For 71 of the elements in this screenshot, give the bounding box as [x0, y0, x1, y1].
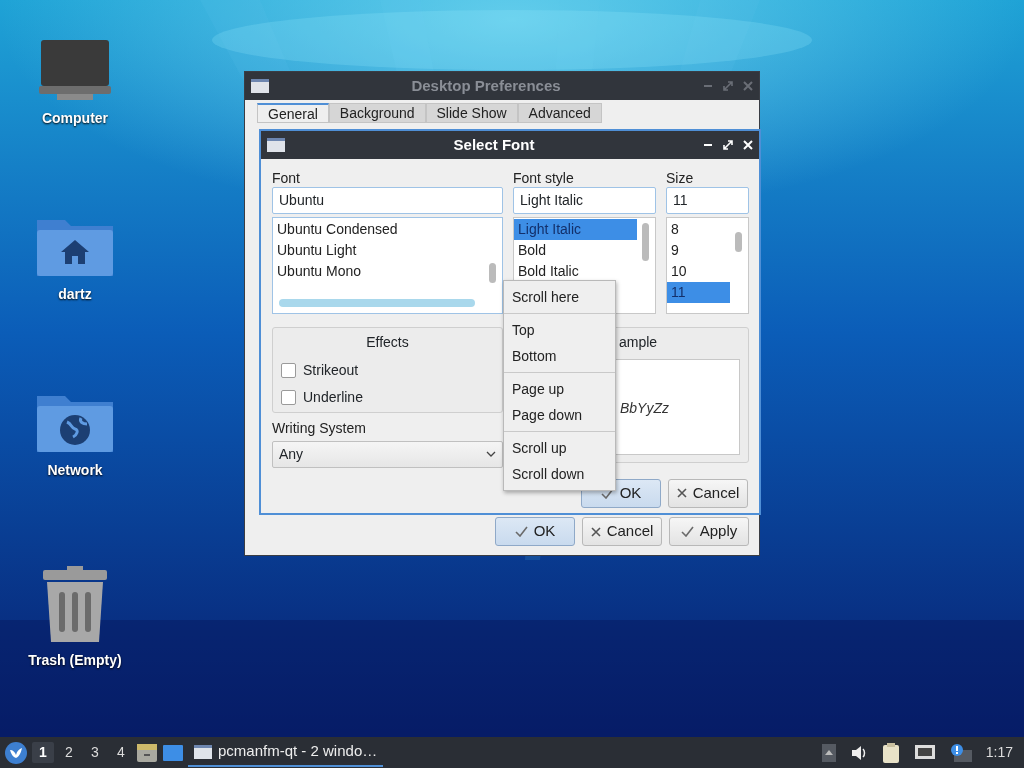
checkbox[interactable] [281, 389, 296, 405]
menu-item[interactable]: Scroll up [504, 435, 615, 461]
ok-button[interactable]: OK [495, 517, 575, 546]
list-item[interactable]: 9 [667, 240, 730, 262]
file-manager-icon[interactable] [136, 742, 158, 763]
field-label: Writing System [272, 420, 367, 438]
scrollbar-thumb[interactable] [279, 299, 475, 308]
checkbox[interactable] [281, 362, 296, 378]
list-item[interactable]: Ubuntu Condensed [273, 219, 484, 241]
list-item[interactable]: Bold [514, 240, 637, 262]
field-label: Font style [513, 170, 575, 187]
checkbox-label: Strikeout [303, 360, 359, 380]
menu-item[interactable]: Scroll here [504, 284, 615, 310]
cross-icon [590, 526, 601, 537]
list-item[interactable]: 10 [667, 261, 730, 283]
list-item[interactable]: Bold Italic [514, 261, 637, 283]
menu-item[interactable]: Page down [504, 402, 615, 428]
notification-icon[interactable] [949, 742, 972, 763]
network-icon[interactable] [913, 743, 936, 762]
scrollbar-thumb[interactable] [642, 223, 649, 262]
tab[interactable]: Advanced [517, 103, 602, 123]
sample-text: BbYyZz [620, 400, 669, 417]
group-title: Effects [365, 333, 410, 353]
clock[interactable]: 1:17 [985, 742, 1013, 763]
checkbox-label: Underline [303, 387, 363, 407]
window-icon [194, 744, 212, 759]
input-field[interactable]: Light Italic [513, 186, 656, 214]
tab[interactable]: Slide Show [425, 103, 518, 123]
tab[interactable]: Background [328, 103, 426, 123]
taskbar-task[interactable]: pcmanfm-qt - 2 windo… [188, 738, 384, 767]
check-icon [514, 526, 528, 537]
window-title: Select Font [452, 134, 536, 155]
icon-label[interactable]: Network [47, 460, 103, 481]
icon-label[interactable]: Trash (Empty) [28, 650, 122, 671]
list-item[interactable]: Ubuntu Light [273, 240, 484, 262]
cancel-button[interactable]: Cancel [668, 478, 748, 508]
icon-label[interactable]: dartz [58, 284, 92, 305]
workspace-button[interactable]: 1 [32, 742, 54, 763]
window-icon [267, 138, 285, 152]
list-item[interactable]: 8 [667, 219, 730, 241]
dropdown-value: Any [279, 444, 304, 464]
workspace-button[interactable]: 4 [110, 742, 132, 763]
workspace-button[interactable]: 3 [84, 742, 106, 763]
check-icon [680, 526, 694, 537]
menu-item[interactable]: Bottom [504, 343, 615, 369]
desktop-icon[interactable] [162, 743, 184, 762]
menu-item[interactable]: Page up [504, 376, 615, 402]
list-item[interactable]: 11 [667, 282, 730, 304]
ok-button[interactable]: Apply [669, 517, 749, 546]
input-field[interactable]: 11 [666, 186, 749, 214]
chevron-icon [486, 451, 496, 458]
scrollbar-thumb[interactable] [489, 263, 496, 284]
list-item[interactable]: Ubuntu Mono [273, 261, 484, 283]
menu-item[interactable]: Top [504, 317, 615, 343]
field-label: Font [272, 170, 301, 187]
field-label: Size [666, 170, 695, 187]
icon-label[interactable]: Computer [41, 108, 109, 129]
volume-icon[interactable] [849, 744, 868, 761]
window-icon [251, 79, 269, 93]
list-item[interactable]: Light Italic [514, 219, 637, 241]
dropdown[interactable]: Any [272, 440, 503, 468]
cancel-button[interactable]: Cancel [582, 517, 662, 546]
clipboard-icon[interactable] [881, 742, 900, 763]
start-menu-icon[interactable] [4, 740, 28, 765]
cross-icon [676, 488, 687, 499]
scrollbar-thumb[interactable] [735, 232, 742, 253]
workspace-button[interactable]: 2 [58, 742, 80, 763]
window-title: Desktop Preferences [410, 75, 562, 96]
input-field[interactable]: Ubuntu [272, 186, 503, 214]
tab[interactable]: General [257, 103, 329, 123]
group-title: ample [619, 333, 659, 353]
